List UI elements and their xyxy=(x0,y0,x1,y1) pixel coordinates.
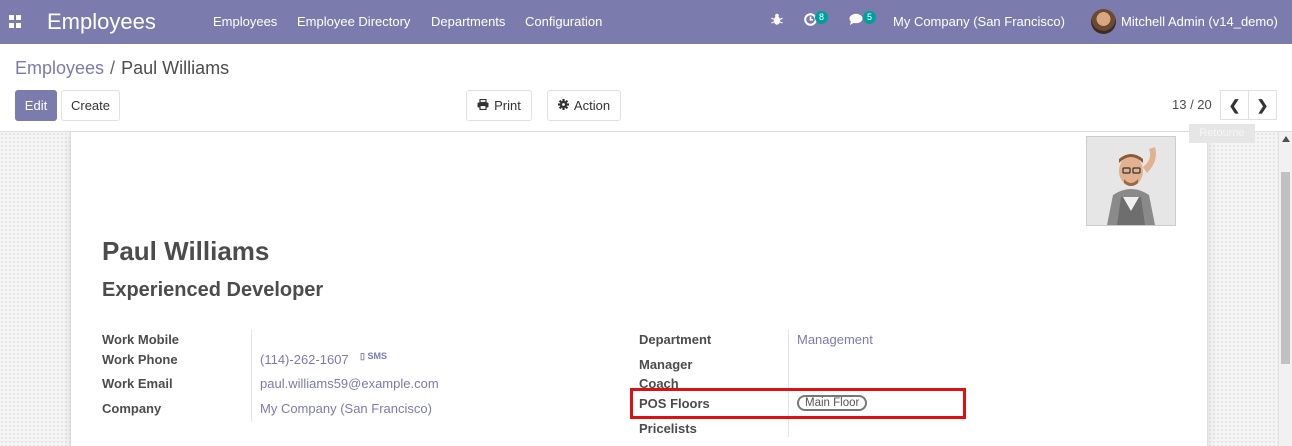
breadcrumb-separator: / xyxy=(110,58,116,78)
app-title[interactable]: Employees xyxy=(47,9,156,35)
form-scrollbar[interactable] xyxy=(1278,132,1292,446)
chevron-left-icon: ❮ xyxy=(1228,96,1241,113)
messages-chat-icon[interactable] xyxy=(849,13,864,29)
scrollbar-thumb[interactable] xyxy=(1281,172,1290,364)
work-email-value[interactable]: paul.williams59@example.com xyxy=(260,376,439,391)
user-avatar[interactable] xyxy=(1091,9,1116,34)
print-label: Print xyxy=(494,98,521,113)
employee-job-title[interactable]: Experienced Developer xyxy=(102,279,323,302)
edit-button[interactable]: Edit xyxy=(15,90,57,121)
debug-bug-icon[interactable] xyxy=(771,13,783,29)
print-icon xyxy=(477,98,489,113)
department-value[interactable]: Management xyxy=(797,332,873,347)
create-button[interactable]: Create xyxy=(61,90,120,121)
department-label: Department xyxy=(639,332,712,347)
user-menu[interactable]: Mitchell Admin (v14_demo) xyxy=(1121,14,1278,29)
breadcrumb-current: Paul Williams xyxy=(121,58,230,78)
send-sms-link[interactable]: ▯ SMS xyxy=(360,351,387,362)
left-field-divider xyxy=(251,329,252,422)
right-field-divider xyxy=(788,329,789,437)
menu-employees[interactable]: Employees xyxy=(213,14,277,29)
print-button[interactable]: Print xyxy=(466,90,532,121)
pricelists-label: Pricelists xyxy=(639,421,697,436)
menu-employee-directory[interactable]: Employee Directory xyxy=(297,14,410,29)
company-label: Company xyxy=(102,401,162,416)
work-phone-label: Work Phone xyxy=(102,352,178,367)
message-count-badge: 5 xyxy=(863,11,877,24)
pager-value[interactable]: 13 / 20 xyxy=(1172,97,1212,112)
work-email-label: Work Email xyxy=(102,376,173,391)
breadcrumb: Employees / Paul Williams xyxy=(15,58,229,79)
employee-name[interactable]: Paul Williams xyxy=(102,236,269,267)
pager-previous-button[interactable]: ❮ xyxy=(1220,90,1249,120)
action-button[interactable]: Action xyxy=(547,90,621,121)
employee-photo[interactable] xyxy=(1086,136,1176,226)
scroll-up-arrow-icon[interactable] xyxy=(1282,136,1290,142)
pos-floors-highlight-box xyxy=(630,388,966,419)
control-panel: Employees / Paul Williams Edit Create Prin… xyxy=(0,44,1292,132)
company-switcher[interactable]: My Company (San Francisco) xyxy=(893,14,1065,29)
chevron-right-icon: ❯ xyxy=(1256,96,1269,113)
pager-next-button[interactable]: ❯ xyxy=(1248,90,1277,120)
work-phone-value[interactable]: (114)-262-1607 xyxy=(260,352,349,367)
manager-label: Manager xyxy=(639,357,693,372)
work-mobile-label: Work Mobile xyxy=(102,332,180,347)
company-value[interactable]: My Company (San Francisco) xyxy=(260,401,432,416)
apps-menu-icon[interactable] xyxy=(9,15,22,28)
gear-icon xyxy=(557,98,569,113)
breadcrumb-employees-link[interactable]: Employees xyxy=(15,58,104,78)
mobile-phone-icon: ▯ xyxy=(360,351,365,361)
top-navbar: Employees Employees Employee Directory D… xyxy=(0,0,1292,44)
activity-count-badge: 8 xyxy=(815,11,829,24)
menu-configuration[interactable]: Configuration xyxy=(525,14,602,29)
action-label: Action xyxy=(573,98,611,113)
archived-ribbon: Retourne xyxy=(1189,124,1255,143)
menu-departments[interactable]: Departments xyxy=(431,14,505,29)
sms-label: SMS xyxy=(367,351,387,361)
